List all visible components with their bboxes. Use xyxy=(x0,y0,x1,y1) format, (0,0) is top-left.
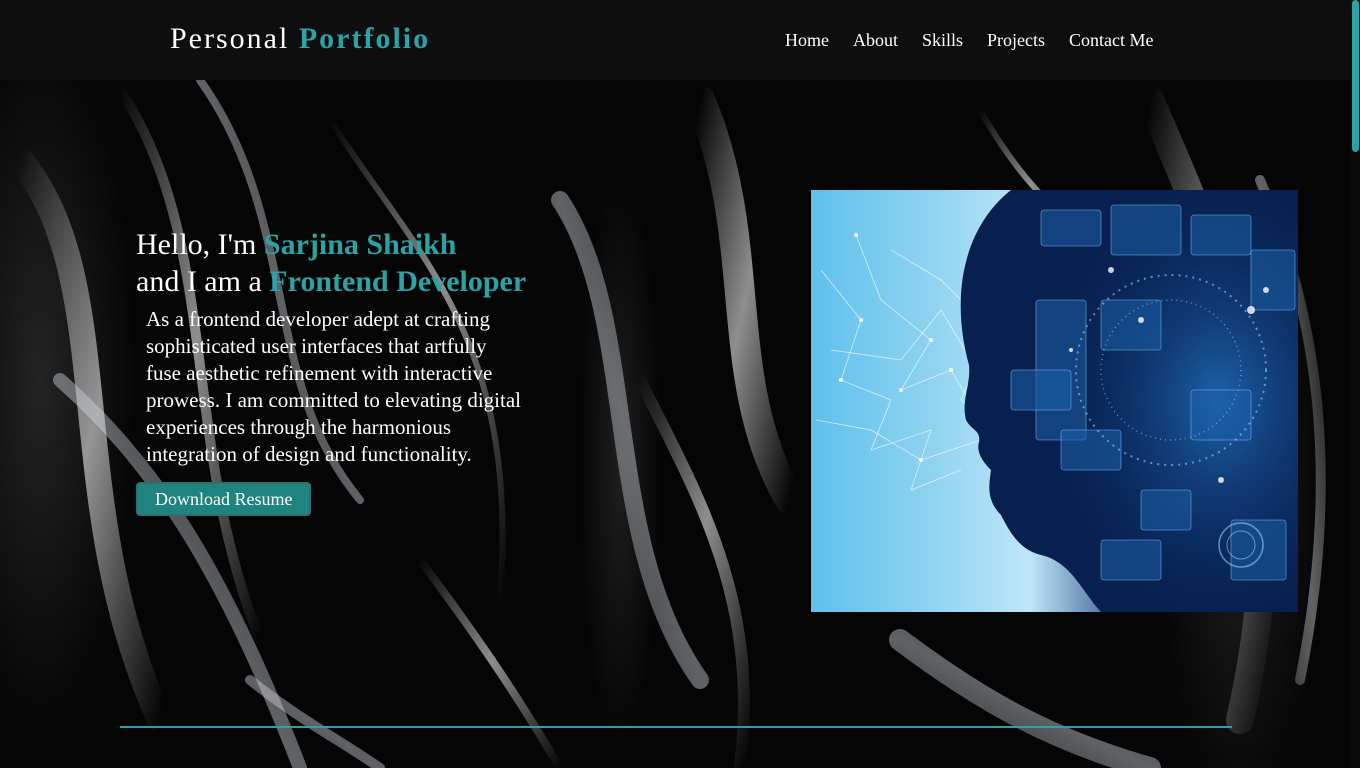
site-header: Personal Portfolio Home About Skills Pro… xyxy=(0,0,1350,80)
hero-description: As a frontend developer adept at craftin… xyxy=(146,307,521,466)
ai-head-illustration xyxy=(815,190,1298,612)
hero-image xyxy=(811,190,1298,612)
logo-accent-text: Portfolio xyxy=(298,22,431,55)
portfolio-page: Personal Portfolio Home About Skills Pro… xyxy=(0,0,1360,768)
hero-role: Frontend Developer xyxy=(269,265,527,298)
logo-text: Personal xyxy=(170,22,290,55)
main-nav: Home About Skills Projects Contact Me xyxy=(785,30,1178,51)
hero-name: Sarjina Shaikh xyxy=(263,228,457,261)
site-logo[interactable]: Personal Portfolio xyxy=(170,22,430,56)
hero-headline: Hello, I'm Sarjina Shaikh and I am a Fro… xyxy=(136,226,536,300)
nav-about[interactable]: About xyxy=(853,30,898,51)
role-prefix-text: and I am a xyxy=(136,265,262,298)
section-divider xyxy=(120,726,1232,728)
nav-home[interactable]: Home xyxy=(785,30,829,51)
scrollbar-thumb[interactable] xyxy=(1352,0,1359,152)
nav-contact[interactable]: Contact Me xyxy=(1069,30,1153,51)
page-scrollbar[interactable] xyxy=(1350,0,1360,768)
greeting-text: Hello, I'm xyxy=(136,228,257,261)
download-resume-button[interactable]: Download Resume xyxy=(136,482,312,516)
hero-intro: Hello, I'm Sarjina Shaikh and I am a Fro… xyxy=(136,226,536,516)
nav-projects[interactable]: Projects xyxy=(987,30,1045,51)
nav-skills[interactable]: Skills xyxy=(922,30,963,51)
